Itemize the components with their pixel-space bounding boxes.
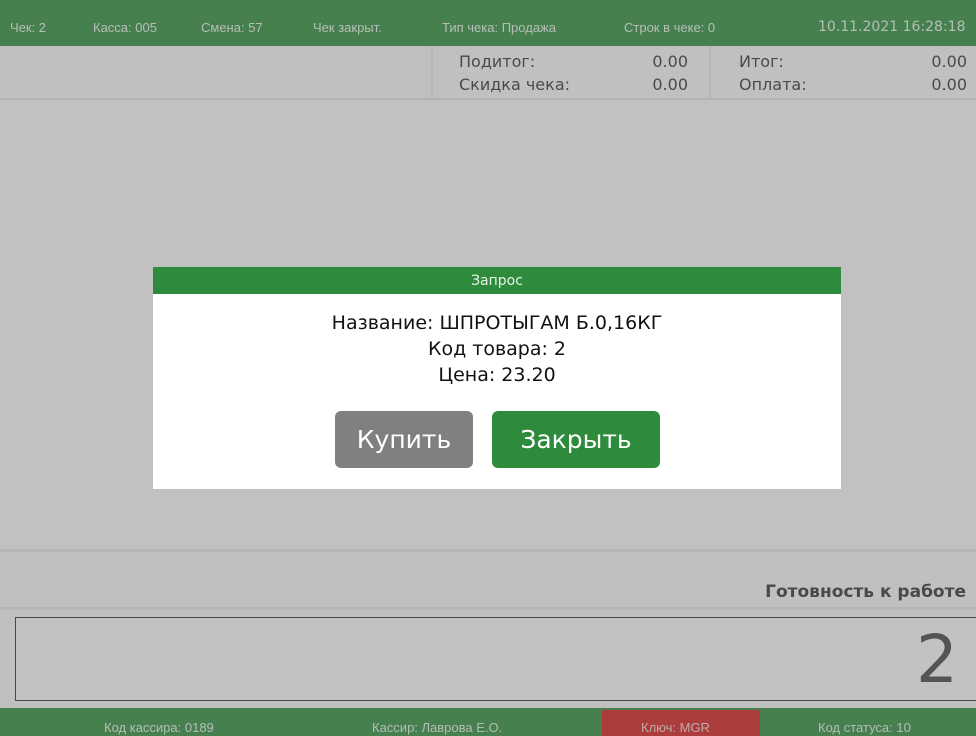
product-code: Код товара: 2 bbox=[427, 338, 567, 360]
buy-button[interactable]: Купить bbox=[335, 411, 473, 468]
dialog-title: Запрос bbox=[153, 267, 841, 294]
dialog-body: Название: ШПРОТЫГАМ Б.0,16КГ Код товара:… bbox=[153, 294, 841, 388]
request-dialog: Запрос Название: ШПРОТЫГАМ Б.0,16КГ Код … bbox=[153, 267, 841, 489]
close-button[interactable]: Закрыть bbox=[492, 411, 660, 468]
product-name: Название: ШПРОТЫГАМ Б.0,16КГ bbox=[331, 312, 663, 334]
product-price: Цена: 23.20 bbox=[438, 364, 556, 386]
